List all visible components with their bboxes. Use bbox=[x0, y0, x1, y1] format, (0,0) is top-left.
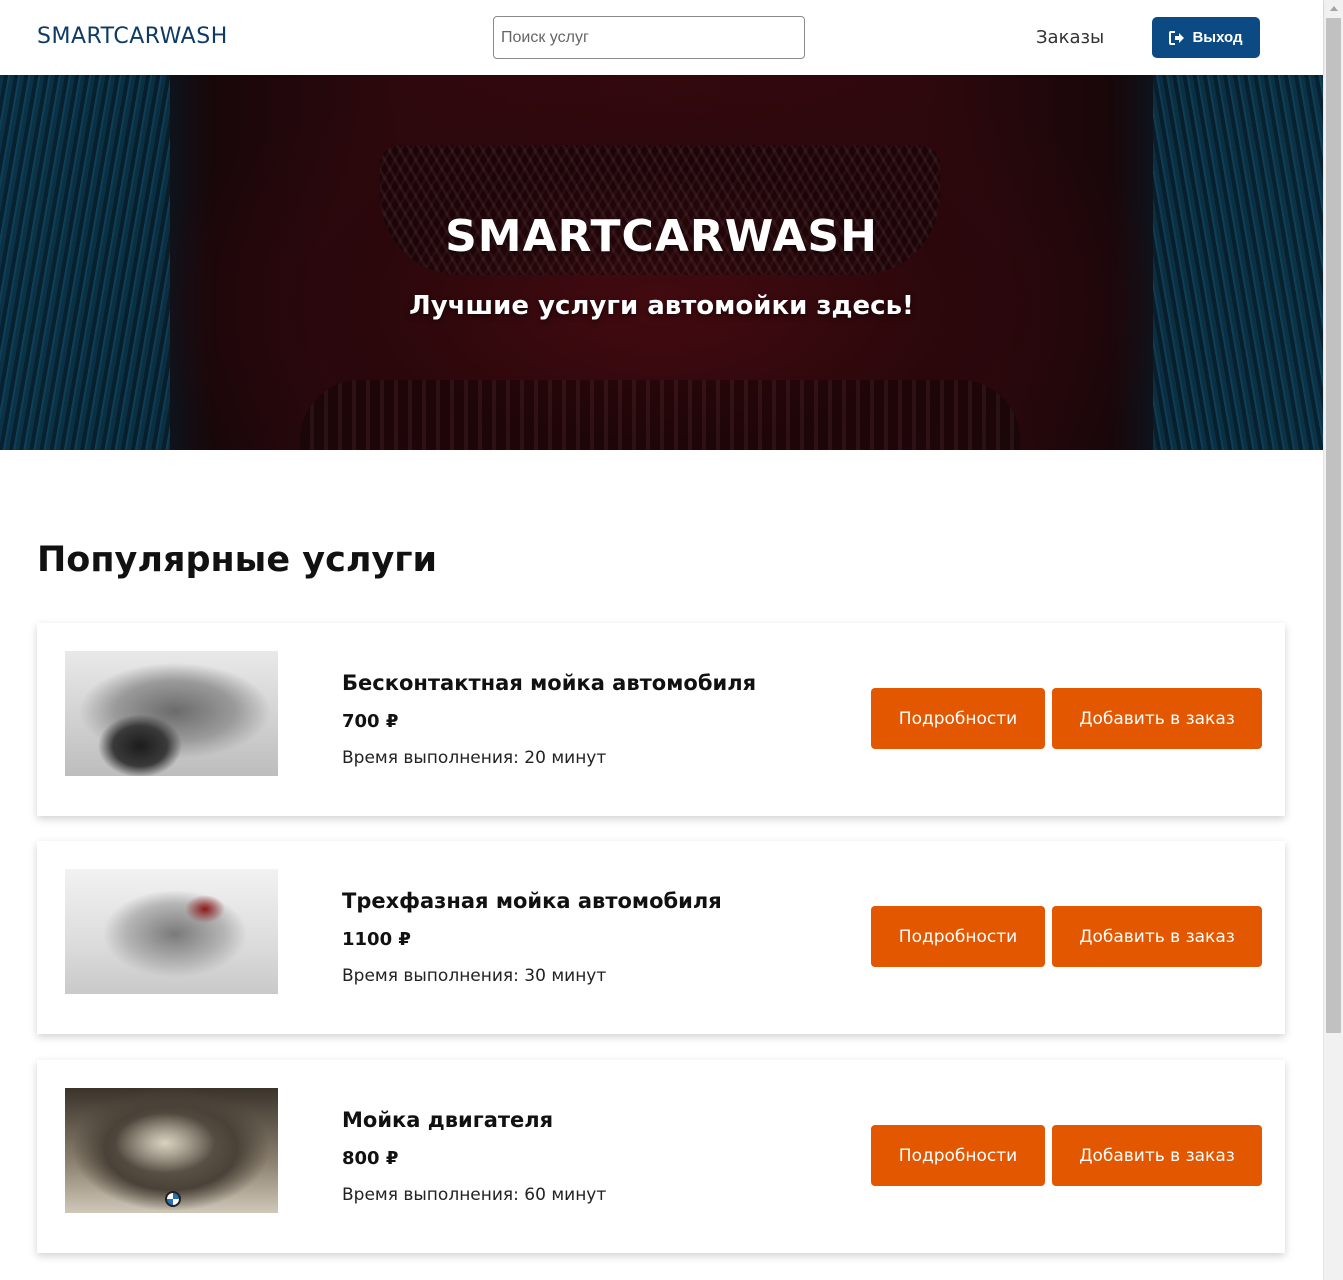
car-logo-icon bbox=[165, 1191, 181, 1207]
details-button[interactable]: Подробности bbox=[871, 1125, 1045, 1186]
details-button[interactable]: Подробности bbox=[871, 906, 1045, 967]
hero-banner: SMARTCARWASH Лучшие услуги автомойки зде… bbox=[0, 75, 1323, 450]
service-time: Время выполнения: 20 минут bbox=[342, 748, 607, 768]
scroll-up-arrow-icon[interactable] bbox=[1330, 6, 1338, 11]
scroll-thumb[interactable] bbox=[1326, 18, 1341, 1033]
service-image bbox=[65, 651, 278, 776]
service-price: 800 ₽ bbox=[342, 1148, 399, 1169]
search-input[interactable] bbox=[493, 16, 805, 59]
service-card: Трехфазная мойка автомобиля 1100 ₽ Время… bbox=[37, 841, 1285, 1034]
details-button[interactable]: Подробности bbox=[871, 688, 1045, 749]
page-scrollbar[interactable] bbox=[1323, 0, 1343, 1280]
service-price: 700 ₽ bbox=[342, 711, 399, 732]
service-image bbox=[65, 869, 278, 994]
service-name: Мойка двигателя bbox=[342, 1108, 554, 1132]
top-navbar: SMARTCARWASH Заказы Выход bbox=[0, 0, 1323, 75]
add-to-order-button[interactable]: Добавить в заказ bbox=[1052, 688, 1262, 749]
section-title: Популярные услуги bbox=[37, 540, 438, 580]
service-card: Бесконтактная мойка автомобиля 700 ₽ Вре… bbox=[37, 623, 1285, 816]
sign-out-icon bbox=[1169, 30, 1185, 45]
add-to-order-button[interactable]: Добавить в заказ bbox=[1052, 1125, 1262, 1186]
hero-title: SMARTCARWASH bbox=[445, 211, 878, 262]
service-name: Бесконтактная мойка автомобиля bbox=[342, 671, 757, 695]
service-name: Трехфазная мойка автомобиля bbox=[342, 889, 722, 913]
hero-overlay bbox=[0, 75, 1323, 450]
add-to-order-button[interactable]: Добавить в заказ bbox=[1052, 906, 1262, 967]
service-time: Время выполнения: 30 минут bbox=[342, 966, 607, 986]
service-time: Время выполнения: 60 минут bbox=[342, 1185, 607, 1205]
brand-logo[interactable]: SMARTCARWASH bbox=[37, 24, 228, 49]
service-card: Мойка двигателя 800 ₽ Время выполнения: … bbox=[37, 1060, 1285, 1253]
service-price: 1100 ₽ bbox=[342, 929, 411, 950]
logout-label: Выход bbox=[1192, 29, 1243, 46]
logout-button[interactable]: Выход bbox=[1152, 17, 1260, 58]
nav-link-orders[interactable]: Заказы bbox=[1036, 27, 1104, 48]
hero-subtitle: Лучшие услуги автомойки здесь! bbox=[409, 291, 914, 321]
service-image bbox=[65, 1088, 278, 1213]
